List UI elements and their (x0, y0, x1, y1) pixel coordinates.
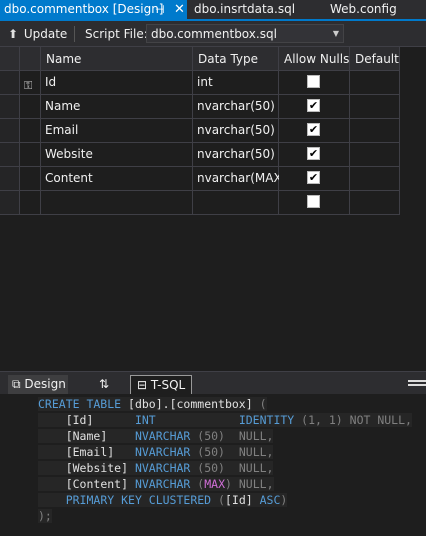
script-file-value: dbo.commentbox.sql (151, 27, 277, 41)
checkbox-checked-icon[interactable]: ✔ (307, 99, 320, 112)
design-icon: ⧉ (12, 377, 21, 391)
cell-name-new[interactable] (41, 191, 193, 215)
cell-default[interactable] (350, 167, 400, 191)
sql-line-6: [Content] NVARCHAR (MAX) NULL, (38, 477, 274, 491)
primary-key-icon: ⚿ (24, 79, 33, 92)
cell-allow-nulls[interactable]: ✔ (279, 143, 350, 167)
update-label: Update (23, 27, 68, 41)
cell-data-type[interactable]: nvarchar(50) (193, 143, 279, 167)
close-icon[interactable]: ✕ (174, 0, 185, 19)
tab-tsql[interactable]: ⊟ T-SQL (130, 375, 192, 394)
cell-allow-nulls[interactable]: ✔ (279, 95, 350, 119)
cell-data-type-new[interactable] (193, 191, 279, 215)
pane-switcher-bar: ⧉ Design ⇅ ⊟ T-SQL (0, 371, 426, 394)
sql-line-5: [Website] NVARCHAR (50) NULL, (38, 461, 274, 475)
cell-data-type[interactable]: nvarchar(MAX) (193, 167, 286, 191)
tab-commentbox-design[interactable]: dbo.commentbox [Design] ⊣ ✕ (0, 0, 187, 19)
tab-label: dbo.commentbox [Design] (4, 2, 164, 16)
splitter-grip[interactable] (408, 380, 426, 382)
row-selector[interactable] (0, 167, 20, 191)
sql-line-1: CREATE TABLE [dbo].[commentbox] ( (38, 397, 267, 411)
tsql-tab-label: T-SQL (150, 378, 186, 392)
swap-panes-button[interactable]: ⇅ (92, 375, 116, 394)
key-cell (20, 143, 41, 167)
tsql-icon: ⊟ (137, 378, 148, 392)
design-tab-label: Design (24, 377, 66, 391)
dropdown-arrow-icon: ▼ (332, 29, 339, 38)
checkbox-unchecked[interactable] (307, 75, 320, 88)
tsql-editor[interactable]: CREATE TABLE [dbo].[commentbox] ( [Id] I… (0, 394, 426, 536)
row-header-corner (0, 47, 20, 71)
header-spacer (20, 47, 41, 71)
cell-name[interactable]: Content (41, 167, 193, 191)
cell-allow-nulls[interactable]: ✔ (279, 119, 350, 143)
update-icon: ⬆ (8, 27, 19, 41)
designer-toolbar: ⬆ Update Script File: dbo.commentbox.sql… (0, 21, 426, 47)
update-button[interactable]: ⬆ Update (8, 25, 67, 43)
sql-line-2: [Id] INT IDENTITY (1, 1) NOT NULL, (38, 413, 412, 427)
script-file-dropdown[interactable]: dbo.commentbox.sql ▼ (146, 24, 344, 43)
checkbox-unchecked[interactable] (307, 195, 320, 208)
row-selector[interactable] (0, 191, 20, 215)
checkbox-checked-icon[interactable]: ✔ (307, 147, 320, 160)
cell-data-type[interactable]: int (193, 71, 279, 95)
cell-name[interactable]: Email (41, 119, 193, 143)
key-cell (20, 191, 41, 215)
key-cell (20, 95, 41, 119)
cell-allow-nulls[interactable] (279, 191, 350, 215)
columns-grid: Name Data Type Allow Nulls Default ⚿ Id … (0, 47, 426, 371)
row-selector[interactable] (0, 143, 20, 167)
splitter-grip[interactable] (408, 384, 426, 386)
toolbar-divider (74, 26, 75, 42)
cell-default[interactable] (350, 119, 400, 143)
checkbox-checked-icon[interactable]: ✔ (307, 171, 320, 184)
key-cell: ⚿ (20, 71, 41, 95)
sql-line-4: [Email] NVARCHAR (50) NULL, (38, 445, 274, 459)
row-selector[interactable] (0, 71, 20, 95)
row-selector[interactable] (0, 119, 20, 143)
row-selector[interactable] (0, 95, 20, 119)
cell-default[interactable] (350, 95, 400, 119)
cell-default[interactable] (350, 143, 400, 167)
cell-name[interactable]: Name (41, 95, 193, 119)
cell-name[interactable]: Id (41, 71, 193, 95)
key-cell (20, 119, 41, 143)
sql-line-7: PRIMARY KEY CLUSTERED ([Id] ASC) (38, 493, 288, 507)
tab-web-config[interactable]: Web.config (330, 0, 397, 19)
pin-icon[interactable]: ⊣ (155, 0, 165, 19)
checkbox-checked-icon[interactable]: ✔ (307, 123, 320, 136)
cell-data-type[interactable]: nvarchar(50) (193, 119, 279, 143)
cell-default[interactable] (350, 71, 400, 95)
sql-code[interactable]: CREATE TABLE [dbo].[commentbox] ( [Id] I… (38, 396, 412, 524)
column-header-data-type[interactable]: Data Type (193, 47, 279, 71)
cell-allow-nulls[interactable] (279, 71, 350, 95)
tab-design[interactable]: ⧉ Design (8, 375, 68, 394)
column-header-name[interactable]: Name (41, 47, 193, 71)
cell-allow-nulls[interactable]: ✔ (279, 167, 350, 191)
sql-line-8: ); (38, 509, 52, 523)
column-header-allow-nulls[interactable]: Allow Nulls (279, 47, 350, 71)
tab-insrtdata-sql[interactable]: dbo.insrtdata.sql (194, 0, 295, 19)
cell-name[interactable]: Website (41, 143, 193, 167)
key-cell (20, 167, 41, 191)
column-header-default[interactable]: Default (350, 47, 400, 71)
cell-default[interactable] (350, 191, 400, 215)
sql-line-3: [Name] NVARCHAR (50) NULL, (38, 429, 274, 443)
cell-data-type[interactable]: nvarchar(50) (193, 95, 279, 119)
document-tab-strip: dbo.commentbox [Design] ⊣ ✕ dbo.insrtdat… (0, 0, 426, 21)
script-file-label: Script File: (85, 27, 148, 41)
swap-icon: ⇅ (98, 377, 110, 391)
